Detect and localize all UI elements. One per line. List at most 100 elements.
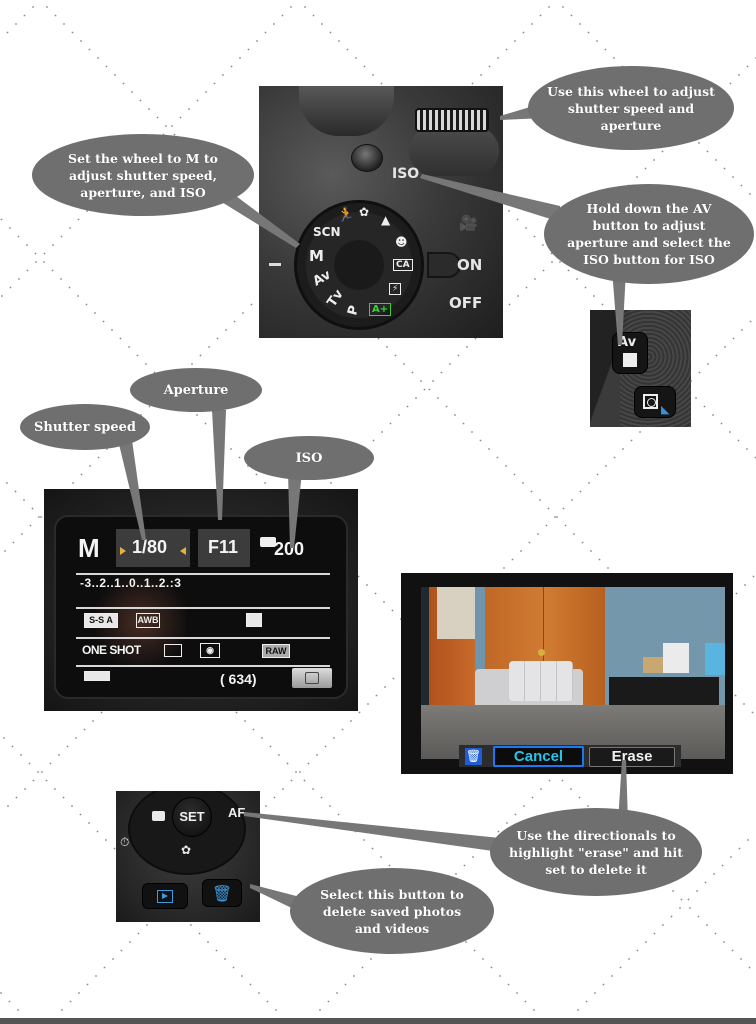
pattern-dot: [40, 516, 42, 518]
pattern-dot: [744, 584, 746, 586]
pattern-dot: [556, 516, 558, 518]
pattern-dot: [145, 363, 147, 365]
pattern-dot: [534, 278, 536, 280]
pattern-dot: [531, 796, 534, 799]
pattern-dot: [43, 252, 46, 255]
pattern-dot: [525, 227, 527, 229]
pattern-dot: [88, 822, 90, 824]
pattern-dot: [49, 762, 52, 765]
pattern-dot: [205, 91, 207, 93]
pattern-dot: [738, 847, 741, 850]
pattern-dot: [598, 558, 601, 561]
pattern-dot: [729, 82, 732, 85]
pattern-dot: [46, 6, 48, 8]
pattern-dot: [679, 907, 681, 909]
pattern-dot: [128, 346, 130, 348]
pattern-dot: [252, 728, 255, 731]
pattern-dot: [17, 1009, 19, 1011]
pattern-dot: [95, 975, 97, 977]
pattern-dot: [71, 805, 73, 807]
pattern-dot: [720, 422, 723, 425]
erase-button[interactable]: Erase: [589, 747, 675, 767]
pattern-dot: [89, 465, 91, 467]
pattern-dot: [69, 1000, 72, 1003]
pattern-dot: [370, 958, 372, 960]
pattern-dot: [275, 1009, 277, 1011]
pattern-dot: [503, 567, 505, 569]
pattern-dot: [522, 482, 524, 484]
mode-dial: SCN M Av Tv P A+ CA 🏃 ✿ ▲ ☻ ⚡: [294, 200, 424, 330]
pattern-dot: [403, 363, 405, 365]
metering-mode-icon: ◉: [200, 643, 220, 658]
pattern-dot: [324, 745, 327, 748]
pattern-dot: [290, 6, 292, 8]
picture-style-icon: S-S A: [84, 613, 118, 628]
pattern-dot: [77, 218, 80, 221]
pattern-dot: [312, 14, 315, 17]
pattern-dot: [516, 992, 518, 994]
pattern-dot: [156, 116, 159, 119]
pattern-dot: [199, 354, 202, 357]
bulletin-board: [437, 587, 475, 639]
pattern-dot: [715, 159, 717, 161]
pattern-dot: [380, 82, 383, 85]
camera-grip: [299, 86, 394, 136]
pattern-dot: [4, 550, 6, 552]
aperture-value: F11: [208, 537, 239, 557]
pattern-dot: [336, 992, 338, 994]
pattern-dot: [440, 371, 443, 374]
pattern-dot: [511, 558, 514, 561]
pattern-dot: [712, 414, 714, 416]
pattern-dot: [258, 992, 260, 994]
dial-mode-m: M: [309, 247, 324, 265]
pattern-dot: [715, 354, 718, 357]
pattern-dot: [72, 482, 74, 484]
pattern-dot: [249, 983, 252, 986]
pattern-dot: [542, 244, 544, 246]
playback-button: [142, 883, 188, 909]
pattern-dot: [577, 1009, 579, 1011]
pattern-dot: [706, 150, 709, 153]
pattern-dot: [355, 57, 357, 59]
pattern-dot: [590, 550, 592, 552]
pattern-dot: [71, 31, 74, 34]
pattern-dot: [320, 796, 323, 799]
pattern-dot: [216, 337, 219, 340]
pattern-dot: [15, 796, 18, 799]
pattern-dot: [480, 74, 482, 76]
pattern-dot: [508, 303, 511, 306]
pattern-dot: [680, 898, 683, 901]
pattern-dot: [455, 873, 457, 875]
pattern-dot: [45, 779, 48, 782]
pattern-dot: [588, 482, 590, 484]
pattern-dot: [38, 516, 40, 518]
pattern-dot: [346, 48, 349, 51]
pattern-dot: [51, 269, 54, 272]
pattern-dot: [703, 405, 706, 408]
trash-icon: 🗑: [211, 884, 233, 903]
pattern-dot: [233, 320, 236, 323]
pattern-dot: [490, 966, 493, 969]
pattern-dot: [367, 703, 369, 705]
pattern-dot: [329, 805, 331, 807]
pattern-dot: [570, 788, 572, 790]
dial-mode-auto-plus: A+: [369, 303, 392, 316]
pattern-dot: [273, 796, 276, 799]
dial-mode-p: P: [345, 303, 363, 318]
callout-main-wheel: Use this wheel to adjust shutter speed a…: [528, 66, 734, 150]
white-balance-icon: AWB: [136, 613, 160, 628]
cancel-button[interactable]: Cancel: [493, 746, 584, 767]
pattern-dot: [465, 941, 467, 943]
pattern-dot: [58, 754, 60, 756]
pattern-dot: [471, 82, 474, 85]
pattern-dot: [307, 762, 310, 765]
pattern-dot: [213, 431, 215, 433]
pattern-dot: [15, 23, 17, 25]
pattern-dot: [463, 864, 466, 867]
pattern-dot: [380, 856, 382, 858]
iso-value: 200: [274, 539, 305, 559]
pattern-dot: [29, 524, 32, 527]
playback-icon: [157, 890, 173, 903]
pattern-dot: [689, 907, 691, 909]
pattern-dot: [661, 150, 664, 153]
